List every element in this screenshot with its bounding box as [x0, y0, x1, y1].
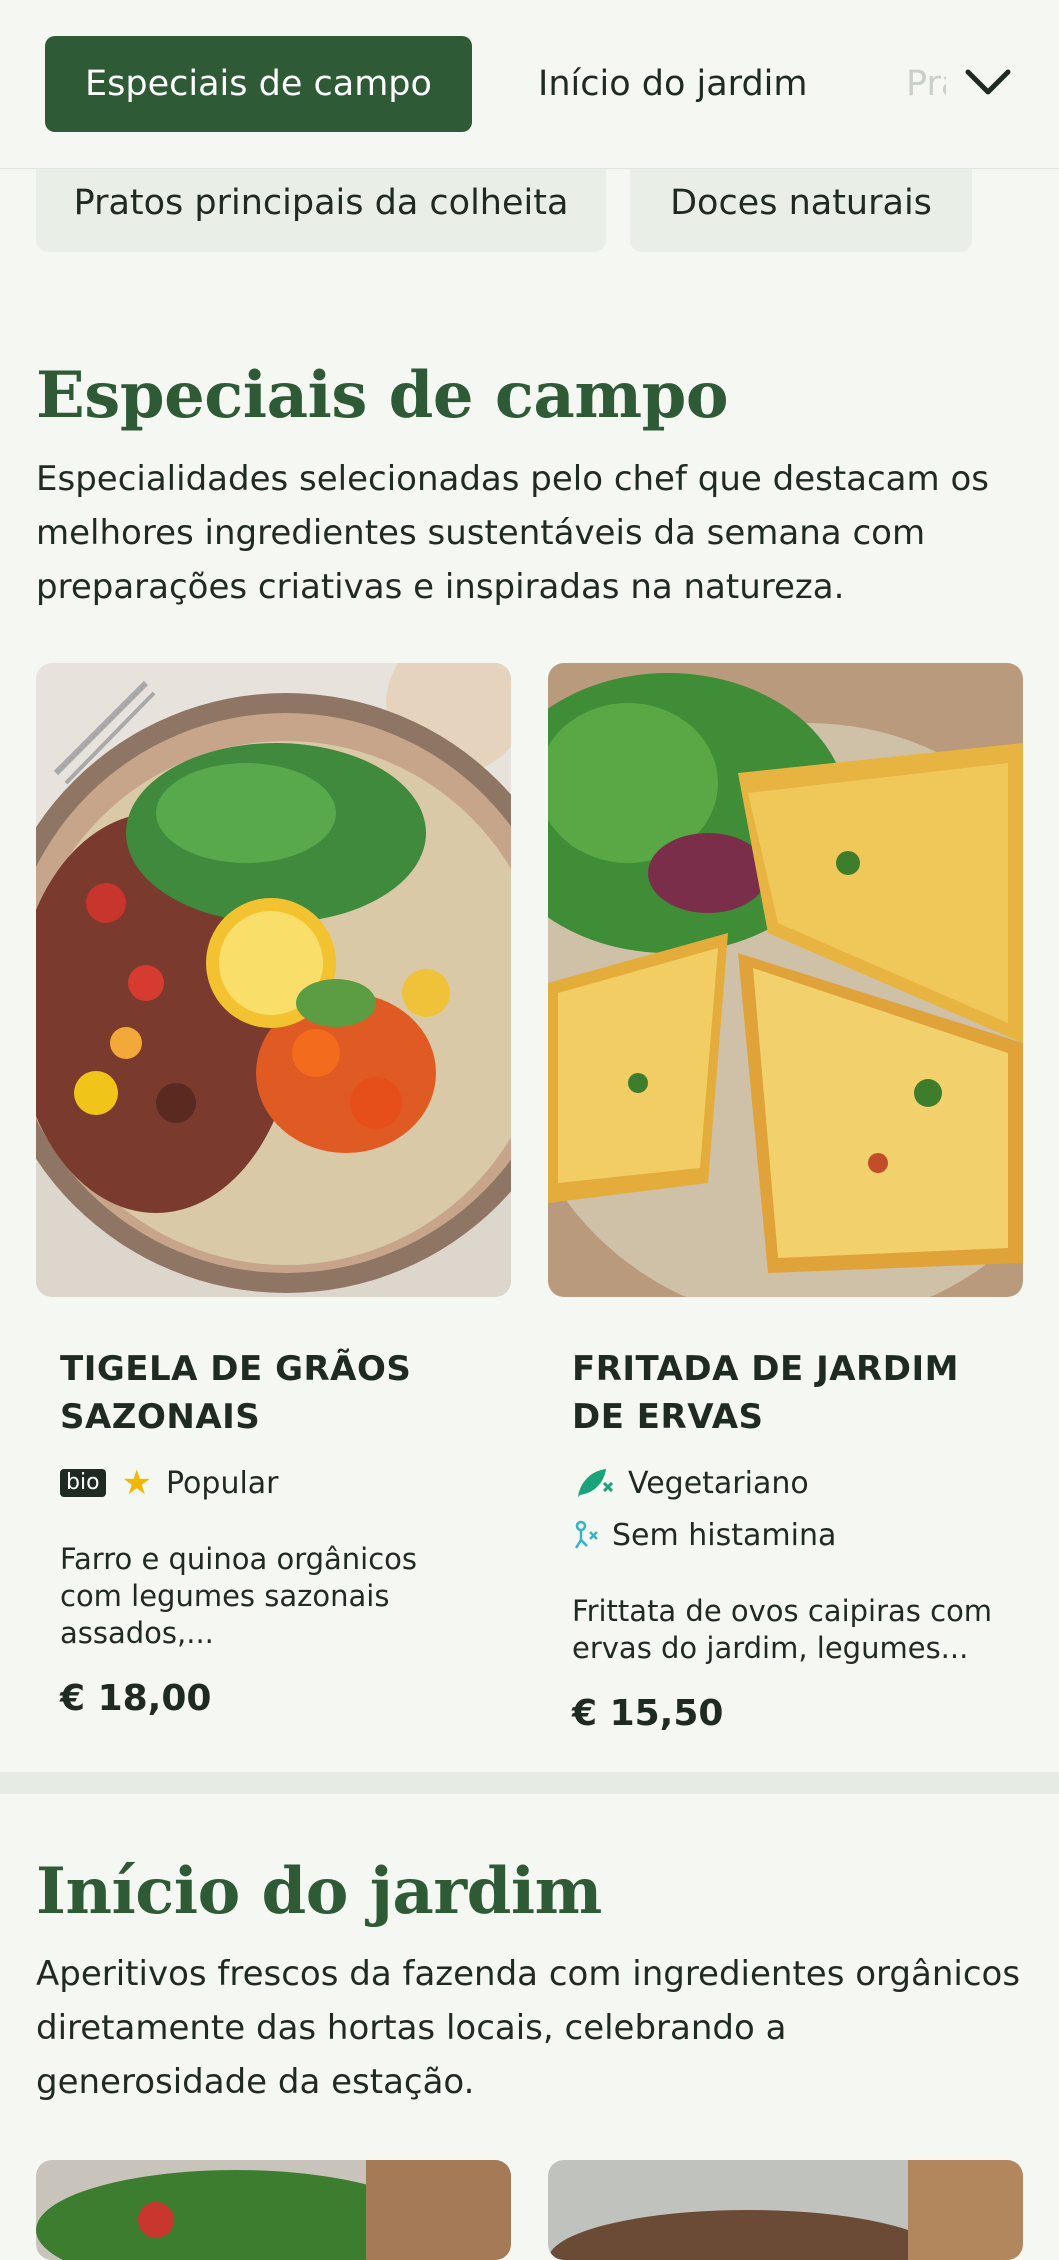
dish-title: FRITADA DE JARDIM DE ERVAS [572, 1349, 959, 1437]
section-title: Especiais de campo [36, 358, 729, 433]
dish-price: € 15,50 [572, 1693, 724, 1734]
dish-price: € 18,00 [60, 1678, 212, 1719]
chip-doces-naturais[interactable]: Doces naturais [630, 168, 972, 252]
dish-description: Frittata de ovos caipiras com ervas do j… [572, 1594, 993, 1665]
tag-histamine-free: Sem histamina [572, 1515, 999, 1555]
section-description: Aperitivos frescos da fazenda com ingred… [36, 1954, 1021, 2102]
tab-inicio-do-jardim[interactable]: Início do jardim [538, 36, 807, 132]
tab-especiais-de-campo[interactable]: Especiais de campo [45, 36, 472, 132]
section-divider [0, 1772, 1059, 1794]
chip-pratos-principais[interactable]: Pratos principais da colheita [36, 168, 606, 252]
chevron-down-icon[interactable] [962, 62, 1014, 104]
dish-image-grain-bowl [36, 663, 511, 1297]
category-chips: Pratos principais da colheita Doces natu… [0, 168, 1059, 252]
dish-image-partial[interactable] [36, 2160, 511, 2260]
menu-item-card[interactable]: TIGELA DE GRÃOS SAZONAIS bio ★ Popular F… [36, 663, 511, 1719]
star-icon: ★ [121, 1463, 153, 1503]
bio-badge: bio [60, 1469, 106, 1497]
section-title: Início do jardim [36, 1854, 602, 1929]
tag-vegetarian: Vegetariano [572, 1463, 999, 1503]
section-description: Especialidades selecionadas pelo chef qu… [36, 459, 989, 607]
tab-pratos-principais[interactable]: Pratos principais da colheita [906, 36, 946, 132]
category-nav: Especiais de campo Início do jardim Prat… [0, 0, 1059, 169]
tag-label: Sem histamina [612, 1517, 837, 1553]
dish-image-partial[interactable] [548, 2160, 1023, 2260]
dish-description: Farro e quinoa orgânicos com legumes saz… [60, 1542, 418, 1650]
tag-popular: Popular [166, 1465, 279, 1501]
dish-title: TIGELA DE GRÃOS SAZONAIS [60, 1349, 412, 1437]
dish-tags: bio ★ Popular [60, 1463, 487, 1503]
dish-image-frittata [548, 663, 1023, 1297]
histamine-free-icon [574, 1520, 598, 1549]
leaf-icon [578, 1469, 614, 1497]
menu-item-card[interactable]: FRITADA DE JARDIM DE ERVAS Vegetariano S… [548, 663, 1023, 1734]
tag-label: Vegetariano [628, 1465, 809, 1501]
